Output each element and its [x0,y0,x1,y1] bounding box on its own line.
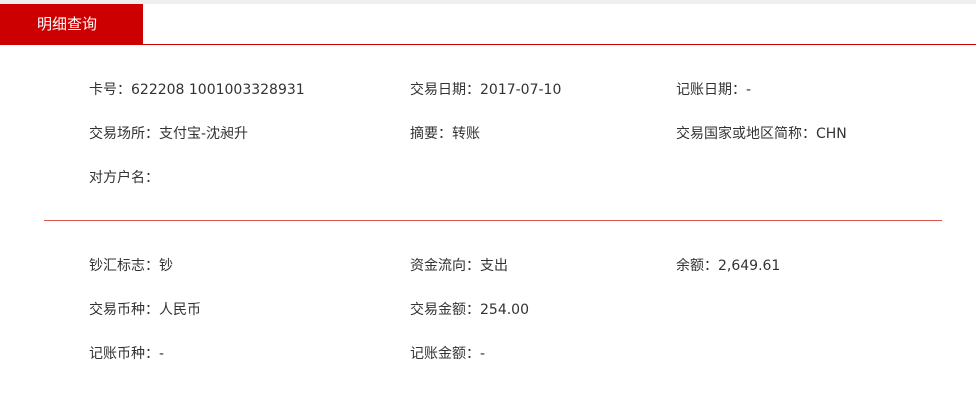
field-summary: 摘要：转账 [410,126,480,142]
field-posting-currency: 记账币种：- [89,346,165,362]
tab-detail-query[interactable]: 明细查询 [0,4,143,44]
field-cash-remit-flag: 钞汇标志：钞 [89,258,173,274]
section-divider [44,220,942,221]
field-merchant: 交易场所：支付宝-沈昶升 [89,126,249,142]
field-country-code: 交易国家或地区简称：CHN [676,126,847,142]
field-transaction-amount: 交易金额：254.00 [410,302,529,318]
field-card-number: 卡号：622208 1001003328931 [89,82,305,98]
field-balance: 余额：2,649.61 [676,258,781,274]
field-transaction-date: 交易日期：2017-07-10 [410,82,562,98]
field-fund-direction: 资金流向：支出 [410,258,508,274]
field-posting-amount: 记账金额：- [410,346,486,362]
field-transaction-currency: 交易币种：人民币 [89,302,201,318]
field-counterparty-name: 对方户名： [89,170,159,186]
tab-bar: 明细查询 [0,4,976,45]
field-posting-date: 记账日期：- [676,82,752,98]
